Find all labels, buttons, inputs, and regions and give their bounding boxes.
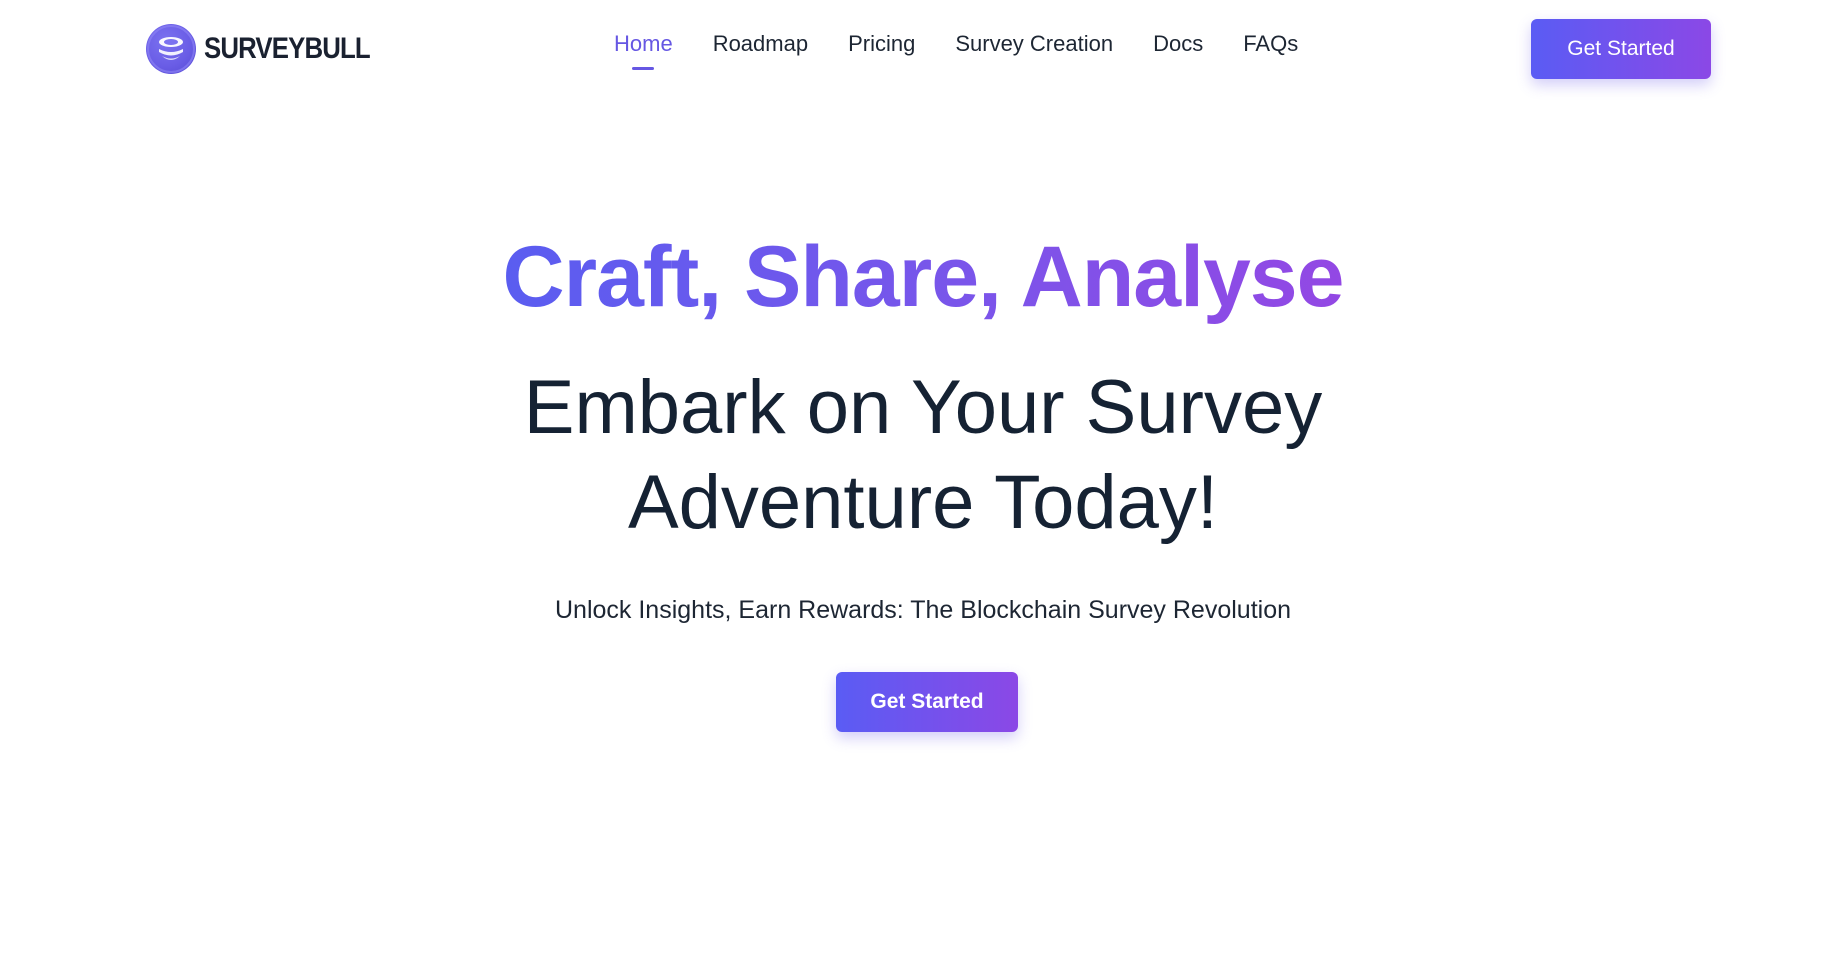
nav-item-pricing[interactable]: Pricing [828, 26, 935, 62]
header-get-started-button[interactable]: Get Started [1531, 19, 1711, 79]
brand-logo-link[interactable]: SURVEYBULL [146, 23, 397, 75]
site-header: SURVEYBULL Home Roadmap Pricing Survey C… [0, 0, 1846, 100]
nav-item-roadmap[interactable]: Roadmap [693, 26, 828, 62]
brand-name: SURVEYBULL [204, 32, 371, 65]
main-nav: Home Roadmap Pricing Survey Creation Doc… [594, 26, 1318, 70]
nav-item-docs[interactable]: Docs [1133, 26, 1223, 62]
hero-headline-line1: Embark on Your Survey [523, 365, 1323, 450]
globe-logo-icon [146, 24, 196, 74]
nav-item-survey-creation[interactable]: Survey Creation [935, 26, 1133, 62]
hero-tagline-text: Craft, Share, Analyse [502, 229, 1345, 325]
hero-subtitle: Unlock Insights, Earn Rewards: The Block… [555, 596, 1291, 624]
nav-item-home[interactable]: Home [594, 26, 693, 70]
hero-get-started-button[interactable]: Get Started [836, 672, 1018, 732]
hero-headline: Embark on Your Survey Adventure Today! [423, 360, 1423, 550]
nav-item-faqs[interactable]: FAQs [1223, 26, 1318, 62]
hero-tagline: Craft, Share, Analyse [0, 222, 1846, 332]
landing-page: SURVEYBULL Home Roadmap Pricing Survey C… [0, 0, 1846, 965]
hero-headline-line2: Adventure Today! [627, 460, 1219, 545]
